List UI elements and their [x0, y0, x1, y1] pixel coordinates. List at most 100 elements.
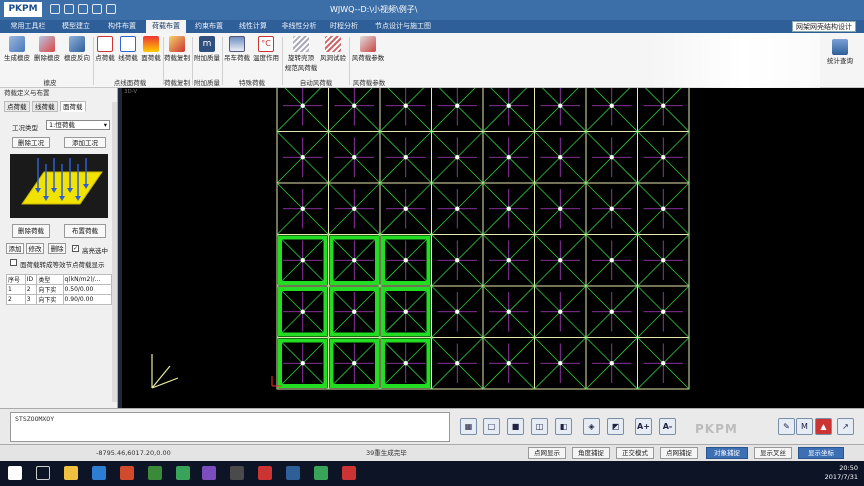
pin-icon[interactable]: ✎	[778, 418, 795, 435]
table-row[interactable]: 2 3 向下实 0.90/0.00	[6, 294, 113, 305]
column-header: 类型	[36, 274, 64, 285]
tab-joint-design[interactable]: 节点设计与施工图	[368, 20, 438, 33]
tab-area-load[interactable]: 面荷载	[60, 101, 86, 112]
app-icon[interactable]	[314, 466, 328, 480]
grid-node	[455, 361, 460, 366]
tab-common-tools[interactable]: 常用工具栏	[4, 20, 52, 33]
grid-node	[403, 361, 408, 366]
tab-model[interactable]: 模型建立	[54, 20, 98, 33]
cube-side-icon[interactable]: ◧	[555, 418, 572, 435]
temperature-button[interactable]: °C 温度作用	[252, 36, 280, 70]
reverse-skin-button[interactable]: 檩皮反向	[62, 36, 92, 70]
wind-tunnel-button[interactable]: 风洞试验	[318, 36, 348, 70]
convert-checkbox[interactable]	[10, 259, 17, 266]
panel-scrollbar[interactable]	[112, 102, 117, 402]
tab-point-load[interactable]: 点荷载	[4, 101, 30, 112]
windows-start-icon[interactable]	[8, 466, 22, 480]
highlight-label: 高亮选中	[82, 247, 108, 255]
modify-button[interactable]: 修改	[26, 243, 44, 254]
model-viewport[interactable]: 3D-V	[122, 88, 864, 408]
line-load-button[interactable]: 线荷载	[117, 36, 139, 70]
table-cell: 2	[24, 284, 38, 295]
table-row[interactable]: 1 2 向下实 0.50/0.00	[6, 284, 113, 295]
delete-load-button[interactable]: 删除荷载	[12, 224, 50, 238]
command-line[interactable]: STSZOOMXOY	[10, 412, 450, 442]
grid-node	[506, 103, 511, 108]
grid-node	[403, 206, 408, 211]
module-label[interactable]: 网架网壳结构设计	[792, 21, 856, 32]
grid-node	[506, 361, 511, 366]
tab-nonlinear[interactable]: 非线性分析	[276, 20, 322, 33]
tab-line-load[interactable]: 线荷载	[32, 101, 58, 112]
tab-members[interactable]: 构件布置	[100, 20, 144, 33]
area-load-button[interactable]: 面荷载	[140, 36, 162, 70]
toggle-ortho-mode[interactable]: 正交模式	[616, 447, 654, 459]
browser-icon[interactable]	[92, 466, 106, 480]
undo-icon[interactable]	[64, 4, 74, 14]
toggle-crosshair[interactable]: 显示叉丝	[754, 447, 792, 459]
cube-wire-icon[interactable]: □	[483, 418, 500, 435]
place-load-button[interactable]: 布置荷载	[64, 224, 106, 238]
tab-time-history[interactable]: 时程分析	[324, 20, 364, 33]
media-icon[interactable]	[120, 466, 134, 480]
save-icon[interactable]	[50, 4, 60, 14]
delete-button[interactable]: 删除	[48, 243, 66, 254]
search-icon[interactable]	[36, 466, 50, 480]
delete-case-button[interactable]: 删除工况	[12, 137, 50, 148]
grid-node	[403, 309, 408, 314]
render-icon[interactable]: ▲	[815, 418, 832, 435]
export-icon[interactable]: ↗	[837, 418, 854, 435]
pkpm-icon[interactable]	[286, 466, 300, 480]
app-icon[interactable]	[342, 466, 356, 480]
camtasia-icon[interactable]	[176, 466, 190, 480]
tab-loads[interactable]: 荷载布置	[146, 20, 186, 33]
measure-icon[interactable]: M	[796, 418, 813, 435]
open-icon[interactable]	[92, 4, 102, 14]
add-button[interactable]: 添加	[6, 243, 24, 254]
grid-node	[455, 309, 460, 314]
stats-query-button[interactable]: 统计查询	[822, 39, 858, 65]
generate-skin-button[interactable]: 生成檩皮	[2, 36, 32, 70]
grid-node	[609, 258, 614, 263]
powerpoint-icon[interactable]	[258, 466, 272, 480]
redo-icon[interactable]	[78, 4, 88, 14]
grid-node	[403, 103, 408, 108]
case-type-select[interactable]: 1:恒荷载 ▾	[46, 120, 110, 130]
command-row: STSZOOMXOY ▦ □ ■ ◫ ◧ ◈ ◩ A+ A- PKPM ✎ M …	[0, 408, 864, 444]
toggle-point-grid-snap[interactable]: 点网捕捉	[660, 447, 698, 459]
additional-mass-button[interactable]: m 附加质量	[193, 36, 221, 70]
copy-load-button[interactable]: 荷载复制	[164, 36, 190, 70]
app-icon[interactable]	[230, 466, 244, 480]
cube-top-icon[interactable]: ◩	[607, 418, 624, 435]
group-label-wind-params: 风荷载参数	[352, 79, 386, 87]
cube-iso-icon[interactable]: ◈	[583, 418, 600, 435]
toggle-coordinates[interactable]: 显示坐标	[798, 447, 844, 459]
rotate-shell-button[interactable]: 旋转壳顶 规范风荷载	[284, 36, 318, 72]
app-icon[interactable]	[148, 466, 162, 480]
add-case-button[interactable]: 添加工况	[64, 137, 106, 148]
cube-solid-icon[interactable]: ■	[507, 418, 524, 435]
grid-icon[interactable]: ▦	[460, 418, 477, 435]
app-logo: PKPM	[4, 2, 42, 17]
mass-icon: m	[199, 36, 215, 52]
grid-node	[300, 206, 305, 211]
settings-icon[interactable]	[106, 4, 116, 14]
font-smaller-icon[interactable]: A-	[659, 418, 676, 435]
highlight-checkbox[interactable]: ✓	[72, 245, 79, 252]
file-explorer-icon[interactable]	[64, 466, 78, 480]
grid-node	[403, 155, 408, 160]
grid-node	[609, 309, 614, 314]
visual-studio-icon[interactable]	[202, 466, 216, 480]
toggle-angle-snap[interactable]: 角度捕捉	[572, 447, 610, 459]
table-cell: 0.90/0.00	[62, 294, 113, 305]
toggle-object-snap[interactable]: 对象捕捉	[706, 447, 748, 459]
wind-params-button[interactable]: 风荷载参数	[350, 36, 386, 70]
delete-skin-button[interactable]: 删除檩皮	[32, 36, 62, 70]
cube-front-icon[interactable]: ◫	[531, 418, 548, 435]
tab-constraints[interactable]: 约束布置	[188, 20, 230, 33]
tab-linear-calc[interactable]: 线性计算	[232, 20, 274, 33]
font-larger-icon[interactable]: A+	[635, 418, 652, 435]
point-load-button[interactable]: 点荷载	[94, 36, 116, 70]
toggle-point-grid-display[interactable]: 点网显示	[528, 447, 566, 459]
crane-load-button[interactable]: 吊车荷载	[223, 36, 251, 70]
